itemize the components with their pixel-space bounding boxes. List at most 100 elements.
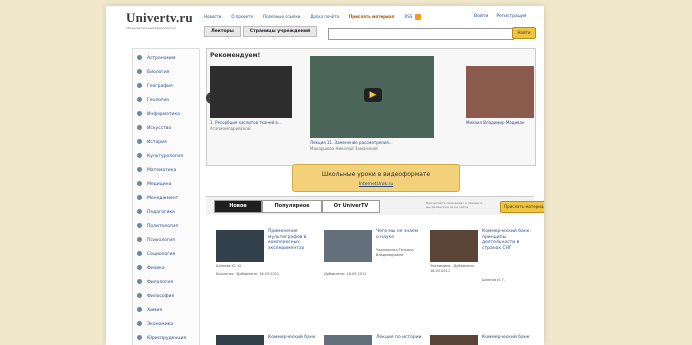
sidebar-item-label: Экономика [147,322,174,327]
recommended-author-2: Макаршова Николай Заманский [310,146,378,151]
recommended-caption-2[interactable]: Лекция 11. Заменение рассмотрения... [310,140,434,145]
recommended-caption-1[interactable]: 1. Ресорбция хаслитов тканей в... [210,120,292,125]
sidebar-item-culturology[interactable]: Культурология [137,153,183,159]
sidebar-item-math[interactable]: Математика [137,167,176,173]
promo-banner[interactable]: Школьные уроки в видеоформате InternetUr… [292,164,460,192]
sidebar-item-label: Политология [147,224,178,229]
recommended-caption-3[interactable]: Михаил Владимир Мадиван [466,120,534,125]
sidebar-item-label: География [147,84,173,89]
sidebar-item-philosophy[interactable]: Философия [137,293,174,299]
sidebar-item-astronomy[interactable]: Астрономия [137,55,176,61]
subject-icon [137,307,142,312]
video-note: Присылайте свои видео и лекции и мы разм… [426,201,483,209]
video-thumb-1[interactable] [216,230,264,262]
sidebar-item-biology[interactable]: Биология [137,69,169,75]
video-title-4[interactable]: Коммерческий банк [268,335,324,341]
subject-icon [137,181,142,186]
subject-icon [137,209,142,214]
sidebar-item-label: Биология [147,70,170,75]
subject-icon [137,55,142,60]
subject-icon [137,97,142,102]
subject-icon [137,293,142,298]
search-button[interactable]: Найти [512,27,536,39]
sidebar-item-politology[interactable]: Политология [137,223,178,229]
video-tabs-bar: Новое Популярное От UniverTV Присылайте … [206,196,544,215]
subject-icon [137,321,142,326]
video-thumb-5[interactable] [324,335,372,345]
sidebar-item-label: Физика [147,266,165,271]
video-title-1[interactable]: Применение мультиграфов в комплексных эк… [268,229,324,251]
video-title-3[interactable]: Коммерческий банк: принципы деятельности… [482,229,538,251]
sidebar-item-label: Филология [147,280,174,285]
tab-new[interactable]: Новое [214,200,262,213]
subject-icon [137,167,142,172]
recommended-video-3[interactable] [466,66,534,118]
subject-icon [137,223,142,228]
video-thumb-3[interactable] [430,230,478,262]
video-author-1: Шляхов Ю. Ю. [216,264,243,268]
web-page: Univertv.ru образовательный видеопортал … [106,6,544,345]
sidebar-item-label: Культурология [147,154,183,159]
subject-icon [137,83,142,88]
video-title-2[interactable]: Чего мы не знаем о науке [376,229,422,240]
sidebar-item-medicine[interactable]: Медицина [137,181,171,187]
sidebar-item-psychology[interactable]: Психология [137,237,175,243]
site-logo[interactable]: Univertv.ru [126,10,193,26]
play-icon[interactable]: ▶ [364,88,382,102]
send-material-button[interactable]: Прислать материал [500,201,544,213]
video-meta-2: Добавлено: 18.03.2011 [324,272,367,276]
nav-links[interactable]: Полезные ссылки [263,14,300,20]
sidebar-item-label: Психология [147,238,175,243]
subject-icon [137,265,142,270]
rss-icon [415,14,422,20]
recommended-title: Рекомендуем! [210,52,261,59]
register-link[interactable]: Регистрация [496,14,526,19]
video-thumb-4[interactable] [216,335,264,345]
video-thumb-6[interactable] [430,335,478,345]
sidebar-item-label: Менеджмент [147,196,179,201]
tab-lecturers[interactable]: Лекторы [204,26,241,37]
auth-links: Войти Регистрация [474,14,527,19]
sidebar-item-label: Математика [147,168,177,173]
sidebar-item-physics[interactable]: Физика [137,265,165,271]
sidebar-item-geography[interactable]: География [137,83,173,89]
sidebar-item-label: Информатика [147,112,180,117]
nav-news[interactable]: Новости [204,14,221,20]
sidebar-item-management[interactable]: Менеджмент [137,195,178,201]
video-thumb-2[interactable] [324,230,372,262]
sidebar-item-label: Юриспруденция [147,336,187,341]
subject-icon [137,111,142,116]
sidebar-item-geology[interactable]: Геология [137,97,169,103]
sidebar-item-economics[interactable]: Экономика [137,321,173,327]
video-title-6[interactable]: Коммерческий банк [482,335,538,341]
sidebar-item-label: Социология [147,252,176,257]
promo-link[interactable]: InternetUrok.ru [293,182,459,187]
sidebar-item-art[interactable]: Искусство [137,125,171,131]
sidebar-item-pedagogy[interactable]: Педагогика [137,209,175,215]
recommended-author-1: Агапиомпарийской [210,126,251,131]
sidebar-item-law[interactable]: Юриспруденция [137,335,186,341]
nav-honor-board[interactable]: Доска почёта [310,14,339,20]
sidebar-item-philology[interactable]: Филология [137,279,173,285]
sidebar-item-informatics[interactable]: Информатика [137,111,180,117]
video-meta-3: Экономика · Добавлено: 18.03.2011 [430,264,475,273]
tab-institutions[interactable]: Страницы учреждений [242,26,318,37]
logo-text: Univertv.ru [126,10,193,25]
subject-icon [137,69,142,74]
sidebar-item-history[interactable]: История [137,139,167,145]
video-title-5[interactable]: Лекция по истории [376,335,422,341]
sidebar-item-sociology[interactable]: Социология [137,251,175,257]
login-link[interactable]: Войти [474,14,488,19]
search-input[interactable] [328,28,514,40]
sidebar-item-chemistry[interactable]: Химия [137,307,162,313]
sidebar-item-label: Искусство [147,126,172,131]
tab-from-univertv[interactable]: От UniverTV [322,200,380,213]
nav-about[interactable]: О проекте [231,14,253,20]
nav-send-material[interactable]: Прислать материал [349,14,395,20]
subject-icon [137,125,142,130]
recommended-video-1[interactable] [210,66,292,118]
tab-popular[interactable]: Популярное [262,200,322,213]
nav-rss[interactable]: RSS [404,14,422,20]
sidebar-item-label: Педагогика [147,210,175,215]
site-tagline: образовательный видеопортал [126,26,176,30]
